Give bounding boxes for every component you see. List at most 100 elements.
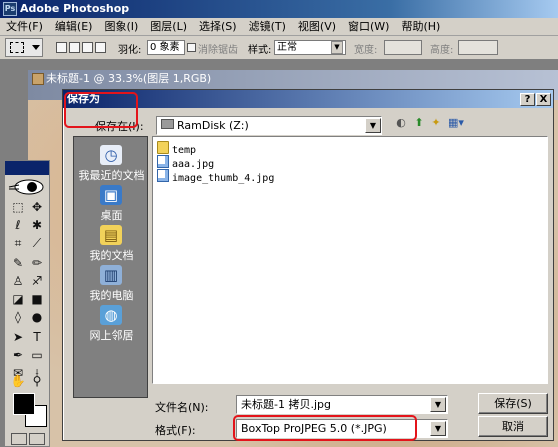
- drive-icon: [161, 119, 174, 129]
- place-network[interactable]: ◍ 网上邻居: [74, 305, 149, 343]
- menu-help[interactable]: 帮助(H): [395, 18, 446, 36]
- dodge-tool-icon[interactable]: ●: [28, 309, 46, 325]
- my-documents-icon: ▤: [100, 225, 122, 245]
- save-in-select[interactable]: RamDisk (Z:): [156, 116, 382, 135]
- menu-layer[interactable]: 图层(L): [144, 18, 193, 36]
- new-selection-button[interactable]: [56, 42, 67, 53]
- chevron-down-icon: [32, 45, 40, 50]
- zoom-tool-icon[interactable]: ⚲: [28, 373, 46, 389]
- shape-tool-icon[interactable]: ▭: [28, 347, 46, 363]
- save-in-value: RamDisk (Z:): [177, 119, 249, 132]
- file-name: image_thumb_4.jpg: [172, 173, 275, 184]
- place-my-documents[interactable]: ▤ 我的文档: [74, 225, 149, 263]
- style-value: 正常: [277, 42, 297, 53]
- document-icon: [32, 73, 44, 85]
- add-selection-button[interactable]: [69, 42, 80, 53]
- chevron-down-icon[interactable]: ▼: [331, 41, 343, 54]
- list-item[interactable]: temp: [157, 141, 196, 156]
- chevron-down-icon[interactable]: ▼: [430, 397, 446, 412]
- foreground-color-swatch[interactable]: [13, 393, 35, 415]
- hand-tool-icon[interactable]: ✋: [9, 373, 27, 389]
- new-folder-icon[interactable]: ✦: [429, 116, 443, 130]
- quick-mask-button[interactable]: [29, 433, 45, 445]
- filename-label: 文件名(N):: [155, 401, 209, 414]
- crop-tool-icon[interactable]: ⌗: [9, 235, 27, 251]
- place-my-computer[interactable]: ▥ 我的电脑: [74, 265, 149, 303]
- cancel-button[interactable]: 取消: [478, 416, 548, 437]
- network-places-icon: ◍: [100, 305, 122, 325]
- height-label: 高度:: [430, 45, 454, 56]
- tool-preset-picker[interactable]: [5, 38, 43, 57]
- antialias-label: 消除锯齿: [198, 45, 238, 56]
- intersect-selection-button[interactable]: [95, 42, 106, 53]
- marquee-tool-icon[interactable]: ⬚: [9, 199, 27, 215]
- type-tool-icon[interactable]: T: [28, 329, 46, 345]
- options-bar: 羽化: 0 象素 消除锯齿 样式: 正常 ▼ 宽度: 高度:: [0, 36, 558, 60]
- format-label: 格式(F):: [155, 424, 196, 437]
- place-label: 我的文档: [89, 249, 134, 262]
- help-button[interactable]: ?: [520, 93, 535, 106]
- document-title: 未标题-1 @ 33.3%(图层 1,RGB): [46, 72, 212, 85]
- antialias-checkbox[interactable]: [187, 43, 196, 52]
- height-input[interactable]: [458, 40, 498, 55]
- menu-filter[interactable]: 滤镜(T): [243, 18, 292, 36]
- slice-tool-icon[interactable]: ⟋: [28, 235, 46, 251]
- width-label: 宽度:: [354, 45, 378, 56]
- feather-label: 羽化:: [118, 45, 142, 56]
- path-selection-tool-icon[interactable]: ➤: [9, 329, 27, 345]
- desktop-icon: ▣: [100, 185, 122, 205]
- menu-edit[interactable]: 编辑(E): [49, 18, 99, 36]
- chevron-down-icon[interactable]: ▼: [430, 421, 446, 436]
- place-desktop[interactable]: ▣ 桌面: [74, 185, 149, 223]
- marquee-icon: [10, 42, 24, 53]
- file-list[interactable]: temp aaa.jpg image_thumb_4.jpg: [152, 136, 548, 384]
- menu-window[interactable]: 窗口(W): [342, 18, 395, 36]
- place-recent[interactable]: ◷ 我最近的文档: [74, 145, 149, 183]
- jpg-file-icon: [157, 169, 169, 182]
- my-computer-icon: ▥: [100, 265, 122, 285]
- place-label: 网上邻居: [89, 329, 134, 342]
- app-title: Adobe Photoshop: [20, 2, 130, 15]
- place-label: 桌面: [100, 209, 123, 222]
- up-folder-icon[interactable]: ⬆: [412, 116, 426, 130]
- app-title-bar: Adobe Photoshop: [0, 0, 558, 18]
- highlight-format: [233, 415, 417, 441]
- folder-icon: [157, 141, 169, 154]
- toolbox: ⬚ ✥ ℓ ✱ ⌗ ⟋ ✎ ✏ ♙ ♐ ◪ ■ ◊ ● ➤ T ✒ ▭ ✉ ⟊ …: [4, 160, 50, 447]
- menu-image[interactable]: 图象(I): [98, 18, 144, 36]
- save-button[interactable]: 保存(S): [478, 393, 548, 414]
- lasso-tool-icon[interactable]: ℓ: [9, 217, 27, 233]
- toolbox-header: [5, 161, 49, 175]
- healing-brush-tool-icon[interactable]: ✎: [9, 255, 27, 271]
- brush-tool-icon[interactable]: ✏: [28, 255, 46, 271]
- place-label: 我最近的文档: [78, 169, 145, 182]
- view-menu-icon[interactable]: ▦▾: [446, 116, 466, 130]
- blur-tool-icon[interactable]: ◊: [9, 309, 27, 325]
- chevron-down-icon[interactable]: ▼: [365, 118, 381, 133]
- move-tool-icon[interactable]: ✥: [28, 199, 46, 215]
- back-icon[interactable]: ◐: [394, 116, 408, 130]
- highlight-dialog-title: [64, 92, 138, 128]
- menu-select[interactable]: 选择(S): [193, 18, 243, 36]
- stamp-tool-icon[interactable]: ♙: [9, 273, 27, 289]
- width-input[interactable]: [384, 40, 422, 55]
- history-brush-tool-icon[interactable]: ♐: [28, 273, 46, 289]
- magic-wand-tool-icon[interactable]: ✱: [28, 217, 46, 233]
- recent-docs-icon: ◷: [100, 145, 122, 165]
- place-label: 我的电脑: [89, 289, 134, 302]
- menu-bar: 文件(F) 编辑(E) 图象(I) 图层(L) 选择(S) 滤镜(T) 视图(V) 窗口(W)…: [0, 18, 558, 36]
- feather-input[interactable]: 0 象素: [147, 40, 185, 55]
- menu-view[interactable]: 视图(V): [292, 18, 342, 36]
- list-item[interactable]: aaa.jpg: [157, 155, 214, 170]
- jpg-file-icon: [157, 155, 169, 168]
- gradient-tool-icon[interactable]: ■: [28, 291, 46, 307]
- close-button[interactable]: X: [536, 93, 551, 106]
- filename-input[interactable]: 未标题-1 拷贝.jpg: [236, 395, 448, 414]
- eraser-tool-icon[interactable]: ◪: [9, 291, 27, 307]
- photoshop-logo-icon: Ps: [3, 2, 17, 16]
- subtract-selection-button[interactable]: [82, 42, 93, 53]
- pen-tool-icon[interactable]: ✒: [9, 347, 27, 363]
- standard-mode-button[interactable]: [11, 433, 27, 445]
- list-item[interactable]: image_thumb_4.jpg: [157, 169, 275, 184]
- menu-file[interactable]: 文件(F): [0, 18, 49, 36]
